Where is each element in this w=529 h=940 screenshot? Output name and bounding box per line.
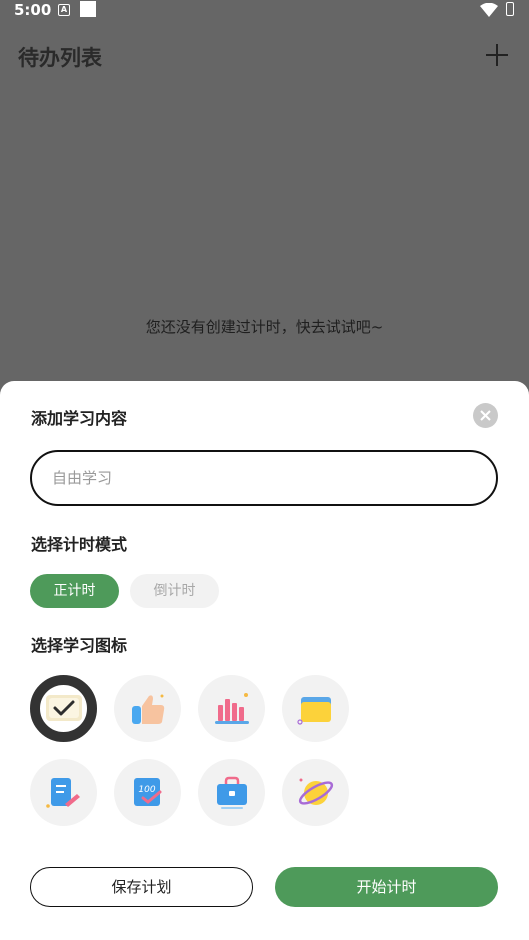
mode-section-label: 选择计时模式	[31, 535, 128, 554]
status-bar: 5:00 A	[0, 0, 529, 22]
score-100-icon: 100	[133, 777, 161, 806]
folder-icon	[296, 696, 331, 725]
icon-option-bar-chart[interactable]	[198, 675, 265, 742]
icon-option-thumbs-up[interactable]	[114, 675, 181, 742]
briefcase-icon	[216, 776, 247, 809]
check-screen-icon	[45, 694, 82, 721]
icon-option-check-screen[interactable]	[30, 675, 97, 742]
status-time: 5:00	[14, 1, 52, 19]
icon-option-folder[interactable]	[282, 675, 349, 742]
battery-icon	[506, 2, 514, 16]
add-button[interactable]	[484, 42, 510, 68]
notification-icon: A	[58, 4, 70, 16]
close-icon	[480, 410, 491, 421]
close-button[interactable]	[473, 403, 498, 428]
icon-option-briefcase[interactable]	[198, 759, 265, 826]
page-title: 待办列表	[18, 46, 102, 70]
wifi-icon	[480, 3, 498, 17]
sheet-title: 添加学习内容	[31, 409, 128, 428]
planet-icon	[298, 778, 333, 805]
notification-square-icon	[80, 1, 96, 17]
thumbs-up-icon	[131, 694, 164, 724]
bar-chart-icon	[214, 692, 249, 724]
add-study-sheet: 添加学习内容 选择计时模式 正计时 倒计时 选择学习图标	[0, 381, 529, 940]
count-up-mode-button[interactable]: 正计时	[30, 574, 119, 608]
icon-option-score-100[interactable]: 100	[114, 759, 181, 826]
plus-icon	[486, 44, 508, 66]
empty-state-message: 您还没有创建过计时，快去试试吧~	[145, 318, 384, 336]
study-content-input[interactable]	[30, 450, 498, 506]
notebook-pen-icon	[45, 777, 80, 808]
icon-option-notebook-pen[interactable]	[30, 759, 97, 826]
save-plan-button[interactable]: 保存计划	[30, 867, 253, 907]
svg-text:100: 100	[138, 785, 155, 795]
start-timer-button[interactable]: 开始计时	[275, 867, 498, 907]
countdown-mode-button[interactable]: 倒计时	[130, 574, 219, 608]
icon-option-planet[interactable]	[282, 759, 349, 826]
icon-section-label: 选择学习图标	[31, 636, 128, 655]
